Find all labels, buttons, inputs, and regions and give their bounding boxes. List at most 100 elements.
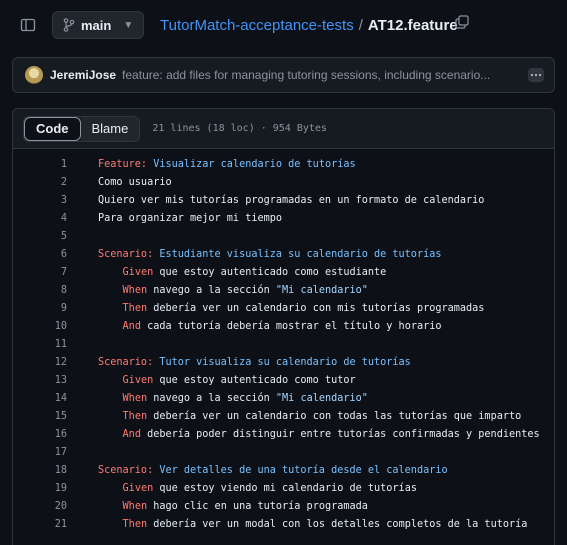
line-text: When hago clic en una tutoría programada <box>67 501 368 512</box>
commit-message[interactable]: feature: add files for managing tutoring… <box>122 68 490 82</box>
branch-icon <box>63 18 75 32</box>
branch-name: main <box>81 17 112 33</box>
line-number[interactable]: 9 <box>13 303 67 314</box>
commit-author[interactable]: JeremiJose <box>50 68 116 82</box>
line-text: Given que estoy autenticado como estudia… <box>67 266 387 278</box>
code-line: 20 When hago clic en una tutoría program… <box>13 497 554 515</box>
branch-selector[interactable]: main ▼ <box>52 11 144 39</box>
expand-commit-icon[interactable] <box>528 68 544 82</box>
line-content: navego a la sección <box>147 392 276 404</box>
line-text: Given que estoy viendo mi calendario de … <box>67 483 417 494</box>
line-number[interactable]: 8 <box>13 285 67 296</box>
code-line: 1 Feature: Visualizar calendario de tutor… <box>13 155 554 173</box>
line-content: Tutor visualiza su calendario de tutoría… <box>153 356 411 368</box>
gherkin-keyword: When <box>122 392 148 404</box>
code-line: 13 Given que estoy autenticado como tuto… <box>13 371 554 389</box>
line-content: que estoy viendo mi calendario de tutorí… <box>153 482 417 494</box>
sidebar-toggle-icon[interactable] <box>17 14 39 36</box>
tab-code[interactable]: Code <box>24 116 81 141</box>
latest-commit-bar: JeremiJose feature: add files for managi… <box>12 57 555 93</box>
line-number[interactable]: 16 <box>13 429 67 440</box>
line-number[interactable]: 5 <box>13 231 67 242</box>
line-number[interactable]: 3 <box>13 195 67 206</box>
gherkin-keyword: Given <box>122 266 154 278</box>
gherkin-keyword: Scenario: <box>98 464 154 476</box>
line-content: Estudiante visualiza su calendario de tu… <box>153 248 442 260</box>
line-content: Para organizar mejor mi tiempo <box>98 212 283 224</box>
gherkin-keyword: Scenario: <box>98 356 154 368</box>
code-line: 15 Then debería ver un calendario con to… <box>13 407 554 425</box>
line-number[interactable]: 20 <box>13 501 67 512</box>
code-line: 2 Como usuario <box>13 173 554 191</box>
line-number[interactable]: 4 <box>13 213 67 224</box>
line-content: navego a la sección <box>147 284 276 296</box>
line-text: Como usuario <box>67 177 172 188</box>
code-line: 6 Scenario: Estudiante visualiza su calen… <box>13 245 554 263</box>
line-text: Para organizar mejor mi tiempo <box>67 213 282 224</box>
file-viewer: Code Blame 21 lines (18 loc) · 954 Bytes… <box>12 108 555 545</box>
file-name: AT12.feature <box>367 16 458 34</box>
code-line: 7 Given que estoy autenticado como estud… <box>13 263 554 281</box>
line-number[interactable]: 2 <box>13 177 67 188</box>
line-content: Ver detalles de una tutoría desde el cal… <box>153 464 448 476</box>
code-line: 5 <box>13 227 554 245</box>
line-text: Scenario: Estudiante visualiza su calend… <box>67 249 441 260</box>
line-text: Scenario: Tutor visualiza su calendario … <box>67 357 411 368</box>
gherkin-keyword: Given <box>122 482 154 494</box>
line-number[interactable]: 11 <box>13 339 67 350</box>
line-number[interactable]: 7 <box>13 267 67 278</box>
line-number[interactable]: 18 <box>13 465 67 476</box>
code-line: 4 Para organizar mejor mi tiempo <box>13 209 554 227</box>
line-number[interactable]: 1 <box>13 159 67 170</box>
top-bar: main ▼ TutorMatch-acceptance-tests / AT1… <box>0 0 567 50</box>
code-line: 10 And cada tutoría debería mostrar el t… <box>13 317 554 335</box>
line-number[interactable]: 13 <box>13 375 67 386</box>
gherkin-keyword: And <box>122 320 141 332</box>
line-text: Given que estoy autenticado como tutor <box>67 375 356 386</box>
line-content: Visualizar calendario de tutorías <box>147 158 356 170</box>
copy-path-icon[interactable] <box>455 15 473 33</box>
file-viewer-header: Code Blame 21 lines (18 loc) · 954 Bytes <box>13 109 554 149</box>
line-number[interactable]: 14 <box>13 393 67 404</box>
line-content: hago clic en una tutoría programada <box>147 500 368 512</box>
line-text: Feature: Visualizar calendario de tutorí… <box>67 159 356 170</box>
code-line: 19 Given que estoy viendo mi calendario … <box>13 479 554 497</box>
gherkin-keyword: When <box>122 500 148 512</box>
line-text: And debería poder distinguir entre tutor… <box>67 429 540 440</box>
gherkin-keyword: And <box>122 428 141 440</box>
chevron-down-icon: ▼ <box>123 19 134 31</box>
string-literal: "Mi calendario" <box>275 284 368 296</box>
line-number[interactable]: 21 <box>13 519 67 530</box>
line-number[interactable]: 15 <box>13 411 67 422</box>
line-content: Quiero ver mis tutorías programadas en u… <box>98 194 485 206</box>
breadcrumb: TutorMatch-acceptance-tests / AT12.featu… <box>160 13 458 37</box>
tab-blame[interactable]: Blame <box>80 116 140 141</box>
avatar[interactable] <box>25 66 43 84</box>
gherkin-keyword: Feature: <box>98 158 148 170</box>
line-number[interactable]: 10 <box>13 321 67 332</box>
line-text: When navego a la sección "Mi calendario" <box>67 393 368 404</box>
string-literal: "Mi calendario" <box>275 392 368 404</box>
gherkin-keyword: When <box>122 284 148 296</box>
code-line: 14 When navego a la sección "Mi calendar… <box>13 389 554 407</box>
view-toggle: Code Blame <box>23 115 141 142</box>
line-content: debería ver un calendario con todas las … <box>147 410 522 422</box>
line-number[interactable]: 17 <box>13 447 67 458</box>
line-number[interactable]: 19 <box>13 483 67 494</box>
gherkin-keyword: Given <box>122 374 154 386</box>
code-area: 1 Feature: Visualizar calendario de tutor… <box>13 155 554 533</box>
line-number[interactable]: 6 <box>13 249 67 260</box>
code-line: 12 Scenario: Tutor visualiza su calendari… <box>13 353 554 371</box>
repo-link[interactable]: TutorMatch-acceptance-tests <box>160 17 354 34</box>
line-content: Como usuario <box>98 176 172 188</box>
line-number[interactable]: 12 <box>13 357 67 368</box>
gherkin-keyword: Scenario: <box>98 248 154 260</box>
